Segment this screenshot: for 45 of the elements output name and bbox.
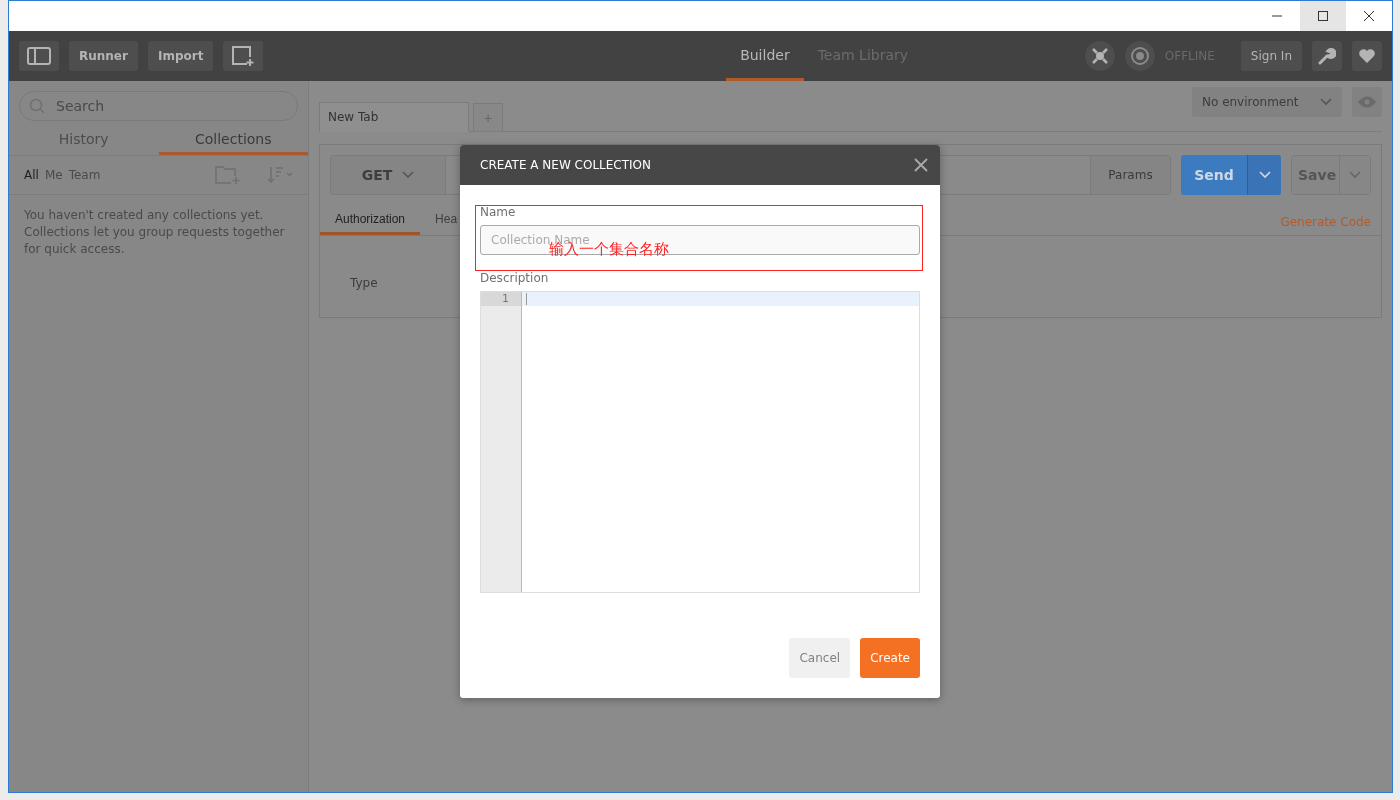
heart-button[interactable] — [1352, 41, 1382, 71]
caret-icon — [1258, 171, 1271, 179]
new-window-icon — [231, 45, 256, 67]
heart-icon — [1358, 48, 1376, 64]
params-button[interactable]: Params — [1090, 156, 1170, 194]
runner-button[interactable]: Runner — [69, 41, 138, 71]
wrench-icon — [1318, 47, 1336, 65]
sign-in-button[interactable]: Sign In — [1240, 41, 1302, 71]
close-icon — [1364, 11, 1374, 21]
request-section-tab[interactable]: Hea — [420, 212, 473, 235]
eye-icon — [1357, 96, 1377, 108]
sidebar-icon — [27, 47, 51, 65]
send-button[interactable]: Send — [1181, 155, 1247, 195]
dialog-title: CREATE A NEW COLLECTION — [480, 158, 651, 172]
cancel-button[interactable]: Cancel — [789, 638, 851, 678]
filter-option[interactable]: Team — [68, 168, 101, 182]
filter-option[interactable]: All — [24, 168, 39, 182]
caret-icon — [1320, 98, 1332, 106]
description-editor[interactable]: 1 — [480, 291, 920, 593]
request-section-tab[interactable]: Authorization — [320, 212, 421, 235]
field-label: Description — [480, 271, 549, 285]
line-number: 1 — [481, 292, 521, 306]
request-tab[interactable]: New Tab — [319, 102, 469, 132]
create-button[interactable]: Create — [860, 638, 920, 678]
caret-icon — [402, 171, 415, 179]
filter-option[interactable]: Me — [44, 168, 63, 182]
sync-icon[interactable] — [1124, 41, 1155, 71]
maximize-button[interactable] — [1300, 1, 1346, 31]
sidebar-tab[interactable]: History — [9, 125, 159, 155]
close-icon[interactable] — [914, 158, 928, 172]
maximize-icon — [1318, 11, 1328, 21]
empty-message: You haven't created any collections yet. Collections let you group requests together for quick access. — [23, 207, 286, 258]
search-field[interactable]: Search — [19, 91, 298, 121]
add-tab-button[interactable]: + — [473, 103, 503, 131]
field-label: Name — [480, 205, 516, 219]
method-dropdown[interactable]: GET — [331, 156, 446, 194]
type-label: Type — [349, 275, 379, 290]
sidebar-toggle-button[interactable] — [19, 41, 59, 71]
import-button[interactable]: Import — [147, 41, 214, 71]
satellite-icon[interactable] — [1084, 41, 1115, 71]
caret-icon — [1349, 171, 1361, 179]
environment-dropdown[interactable]: No environment — [1192, 87, 1342, 117]
settings-button[interactable] — [1312, 41, 1342, 71]
new-window-button[interactable] — [223, 41, 264, 71]
send-options-button[interactable] — [1247, 155, 1281, 195]
